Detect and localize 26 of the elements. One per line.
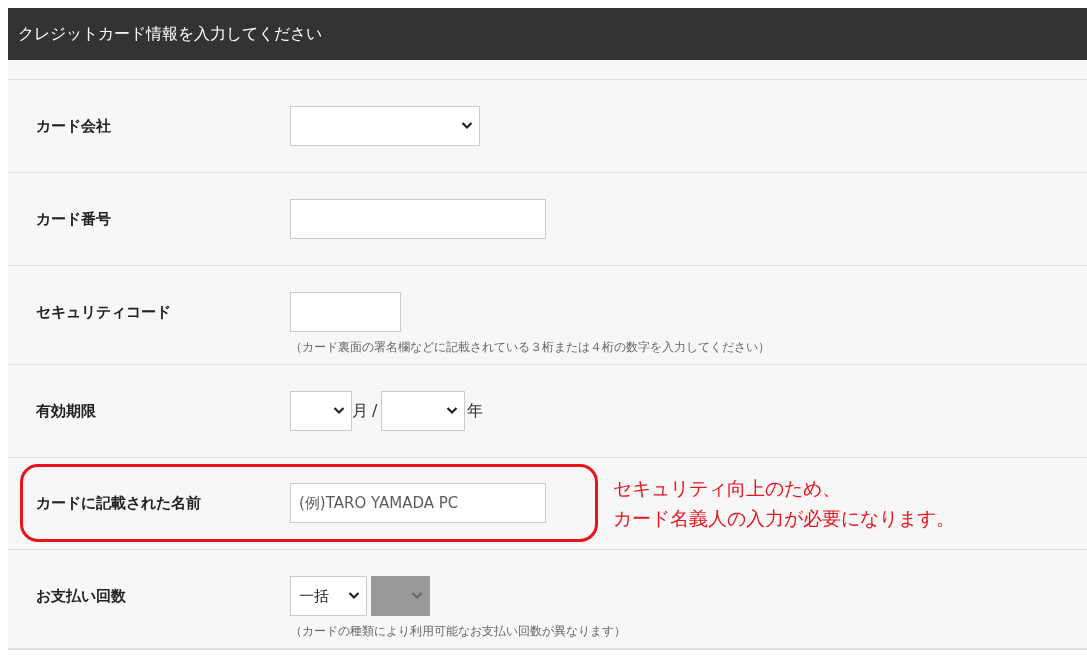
field-label: セキュリティコード [36, 301, 172, 323]
month-select[interactable] [290, 391, 352, 431]
field-label: お支払い回数 [36, 585, 127, 607]
installment-select[interactable]: 一括 [290, 576, 367, 616]
field-label: カード会社 [36, 115, 112, 137]
separator-slash: / [372, 400, 378, 422]
chevron-down-icon [411, 591, 423, 600]
callout-note: カード名義人の入力が必要になります。 [613, 506, 955, 531]
month-unit-label: 月 [352, 400, 368, 422]
dropdown-select[interactable] [290, 106, 480, 146]
field-label: 有効期限 [36, 400, 97, 422]
text-input-field[interactable]: (例)TARO YAMADA PC [290, 483, 546, 523]
callout-note: セキュリティ向上のため、 [613, 476, 842, 501]
text-input-field[interactable] [290, 199, 546, 239]
chevron-down-icon [348, 591, 360, 600]
help-text: （カードの種類により利用可能なお支払い回数が異なります） [290, 623, 626, 640]
panel-title: クレジットカード情報を入力してください [8, 8, 1087, 60]
chevron-down-icon [333, 406, 345, 415]
field-label: カードに記載された名前 [36, 492, 202, 514]
year-select[interactable] [381, 391, 466, 431]
chevron-down-icon [461, 121, 473, 130]
text-input-field[interactable] [290, 292, 401, 332]
help-text: （カード裏面の署名欄などに記載されている３桁または４桁の数字を入力してください） [290, 339, 770, 356]
chevron-down-icon [446, 406, 459, 415]
year-unit-label: 年 [467, 400, 484, 422]
field-label: カード番号 [36, 208, 112, 230]
